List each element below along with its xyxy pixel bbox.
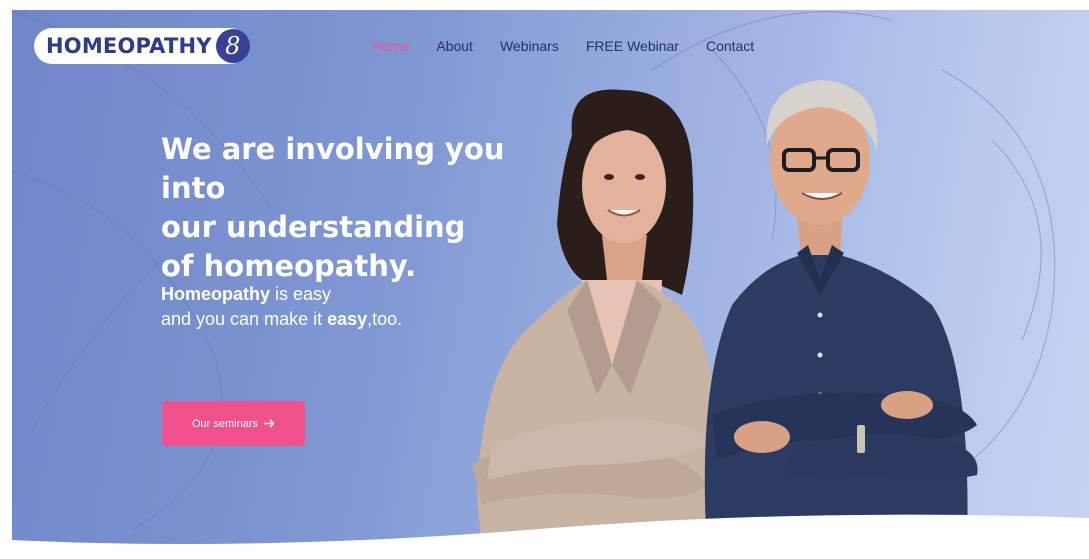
arrow-right-icon bbox=[264, 419, 275, 428]
brand-logo[interactable]: HOMEOPATHY 8 bbox=[34, 28, 250, 64]
headline-line: We are involving you into bbox=[161, 132, 505, 205]
nav-item-contact[interactable]: Contact bbox=[706, 38, 754, 54]
our-seminars-button[interactable]: Our seminars bbox=[162, 401, 305, 446]
nav-item-about[interactable]: About bbox=[436, 38, 473, 54]
bottom-wave-divider bbox=[12, 514, 1089, 550]
subtext-line2-end: ,too. bbox=[367, 309, 403, 329]
subtext-line2-start: and you can make it bbox=[161, 309, 328, 329]
headline-line: of homeopathy. bbox=[161, 249, 417, 283]
nav-item-webinars[interactable]: Webinars bbox=[500, 38, 559, 54]
hero-section: HOMEOPATHY 8 Home About Webinars FREE We… bbox=[12, 10, 1089, 550]
cta-label: Our seminars bbox=[191, 417, 259, 430]
nav-item-home[interactable]: Home bbox=[372, 38, 409, 54]
subtext-bold-homeopathy: Homeopathy bbox=[161, 284, 271, 304]
main-navigation: Home About Webinars FREE Webinar Contact bbox=[372, 38, 754, 54]
subtext-line1: is easy bbox=[270, 284, 332, 304]
hero-people-image bbox=[472, 80, 978, 550]
nav-item-free-webinar[interactable]: FREE Webinar bbox=[586, 38, 679, 54]
subtext-bold-easy: easy bbox=[327, 309, 368, 329]
headline-line: our understanding bbox=[161, 210, 466, 244]
logo-badge-icon: 8 bbox=[215, 29, 250, 63]
logo-text: HOMEOPATHY bbox=[46, 34, 212, 58]
woman-figure bbox=[472, 89, 718, 550]
man-figure bbox=[704, 80, 978, 550]
